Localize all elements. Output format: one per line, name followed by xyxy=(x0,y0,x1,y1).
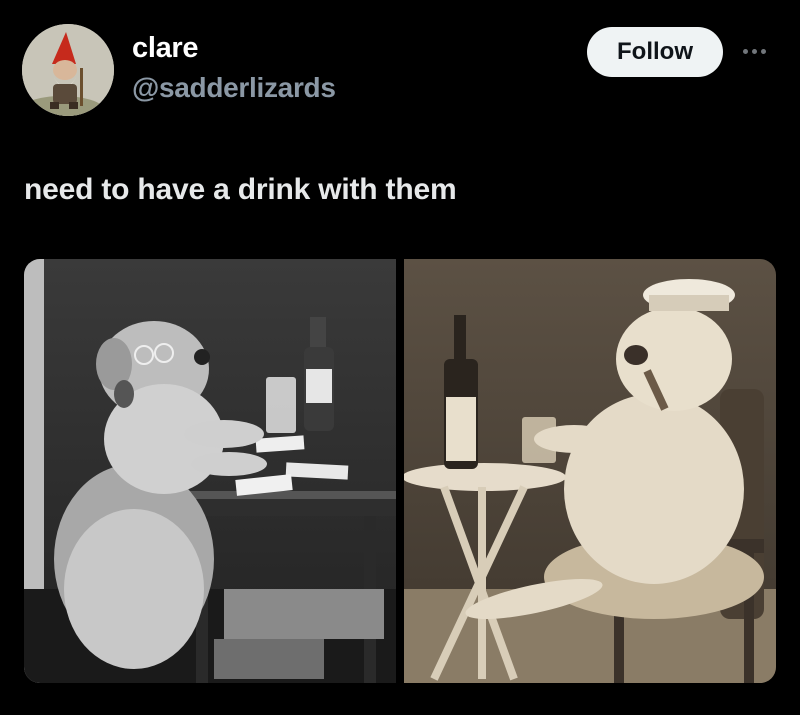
follow-button[interactable]: Follow xyxy=(587,27,723,77)
tweet-text: need to have a drink with them xyxy=(24,173,457,206)
more-dot xyxy=(742,48,748,54)
more-dot xyxy=(751,48,757,54)
dog-playing-cards-image xyxy=(24,259,396,683)
dog-sailor-with-cigar-photo[interactable] xyxy=(404,259,776,683)
more-dot xyxy=(760,48,766,54)
dog-sailor-with-cigar-image xyxy=(404,259,776,683)
gnome-avatar-icon xyxy=(22,24,114,116)
display-name[interactable]: clare xyxy=(132,34,199,63)
user-handle[interactable]: @sadderlizards xyxy=(132,74,336,102)
tweet-media[interactable] xyxy=(24,259,776,683)
more-options-icon[interactable] xyxy=(734,36,774,66)
user-avatar[interactable] xyxy=(22,24,114,116)
tweet-card: clare @sadderlizards Follow need to have… xyxy=(0,0,800,715)
dog-playing-cards-photo[interactable] xyxy=(24,259,396,683)
